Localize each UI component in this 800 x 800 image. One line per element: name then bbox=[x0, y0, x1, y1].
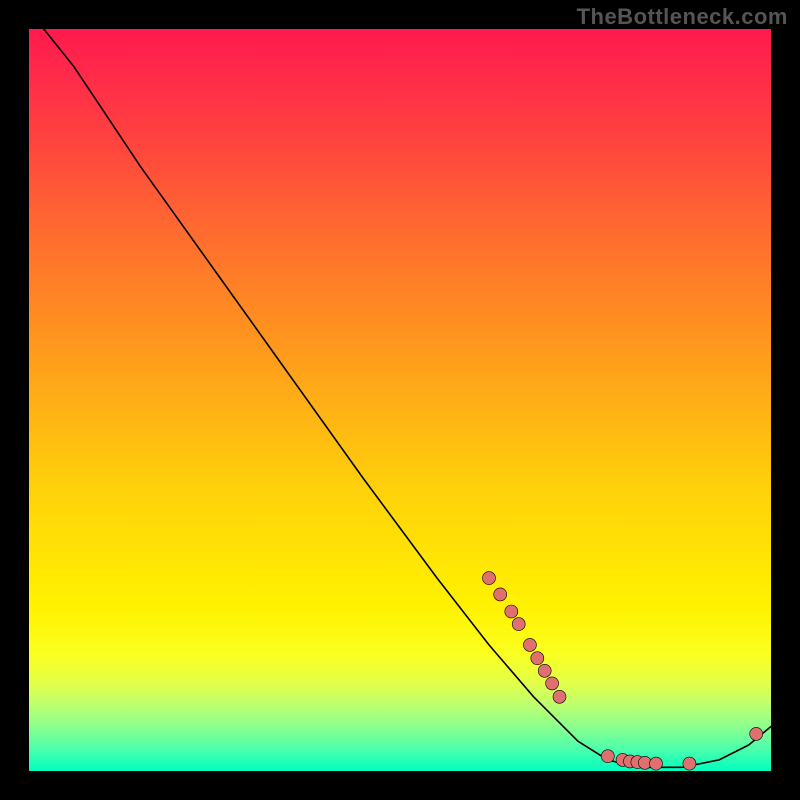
data-marker bbox=[750, 727, 763, 740]
data-marker bbox=[531, 652, 544, 665]
chart-stage: TheBottleneck.com bbox=[0, 0, 800, 800]
data-marker bbox=[546, 677, 559, 690]
data-marker bbox=[538, 664, 551, 677]
plot-svg bbox=[29, 29, 771, 771]
data-marker bbox=[650, 757, 663, 770]
data-marker bbox=[553, 690, 566, 703]
data-marker bbox=[512, 618, 525, 631]
data-marker bbox=[483, 572, 496, 585]
data-marker bbox=[683, 757, 696, 770]
data-marker bbox=[601, 750, 614, 763]
watermark-text: TheBottleneck.com bbox=[577, 4, 788, 30]
data-marker bbox=[494, 588, 507, 601]
data-marker bbox=[523, 638, 536, 651]
marker-group bbox=[483, 572, 763, 771]
data-marker bbox=[505, 605, 518, 618]
bottleneck-curve bbox=[44, 29, 771, 767]
